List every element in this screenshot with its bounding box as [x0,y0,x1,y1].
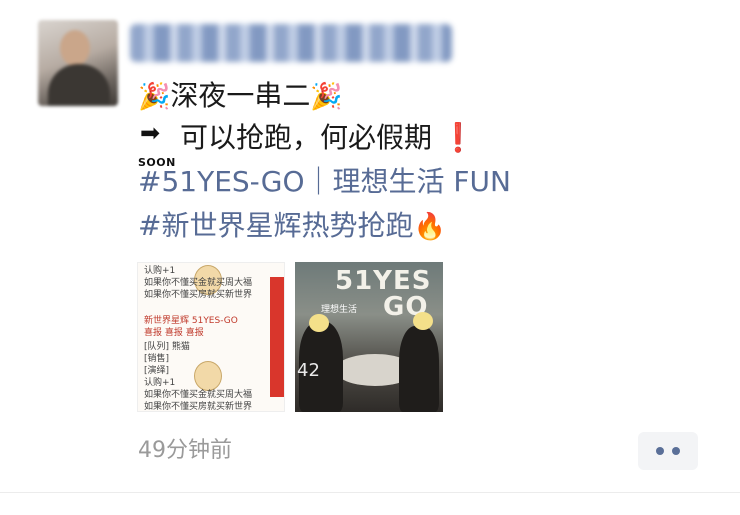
image-text: 如果你不懂买金就买周大福 [144,390,253,400]
party-popper-icon: 🎉 [138,82,171,112]
party-popper-icon: 🎉 [310,82,343,112]
hashtag-xinshijie-text[interactable]: #新世界星辉热势抢跑 [138,209,413,242]
image-text: 新世界星辉 51YES-GO [144,316,238,326]
dot [672,447,680,455]
image-subtitle: 理想生活 [321,305,358,315]
dot [656,447,664,455]
post-line-title: 🎉深夜一串二🎉 [138,76,343,117]
image-text: 认购+1 [144,378,176,388]
soon-arrow-icon: ➡ SOON [138,119,176,169]
image-text: [队列] 熊猫 [144,342,190,352]
image-text: 如果你不懂买房就买新世界 [144,290,253,300]
post-line-soon: ➡ SOON 可以抢跑，何必假期 ❗ [138,118,476,169]
avatar[interactable] [38,20,118,106]
fire-icon: 🔥 [413,212,446,242]
image-text: 如果你不懂买金就买周大福 [144,278,253,288]
hashtag-51yes-go[interactable]: #51YES-GO｜理想生活 FUN [138,162,511,202]
image-text: 认购+1 [144,266,176,276]
hashtag-xinshijie[interactable]: #新世界星辉热势抢跑🔥 [138,206,446,247]
more-dots-icon[interactable] [638,432,698,470]
image-text: [销售] [144,354,170,364]
image-text: 喜报 喜报 喜报 [144,328,204,338]
post-soon-text: 可以抢跑，何必假期 [180,121,433,154]
post-image-1[interactable]: 认购+1 如果你不懂买金就买周大福 如果你不懂买房就买新世界 新世界星辉 51Y… [137,262,285,412]
nickname-blurred[interactable] [130,24,452,62]
exclamation-icon: ❗ [440,121,476,154]
image-text: [演绎] [144,366,170,376]
image-text: 如果你不懂买房就买新世界 [144,402,253,412]
post-image-2[interactable]: 51YES GO 理想生活 42 [295,262,443,412]
divider [0,492,740,493]
post-timestamp: 49分钟前 [138,438,232,463]
image-time-overlay: 42 [297,360,320,381]
post-title-text: 深夜一串二 [170,79,311,112]
